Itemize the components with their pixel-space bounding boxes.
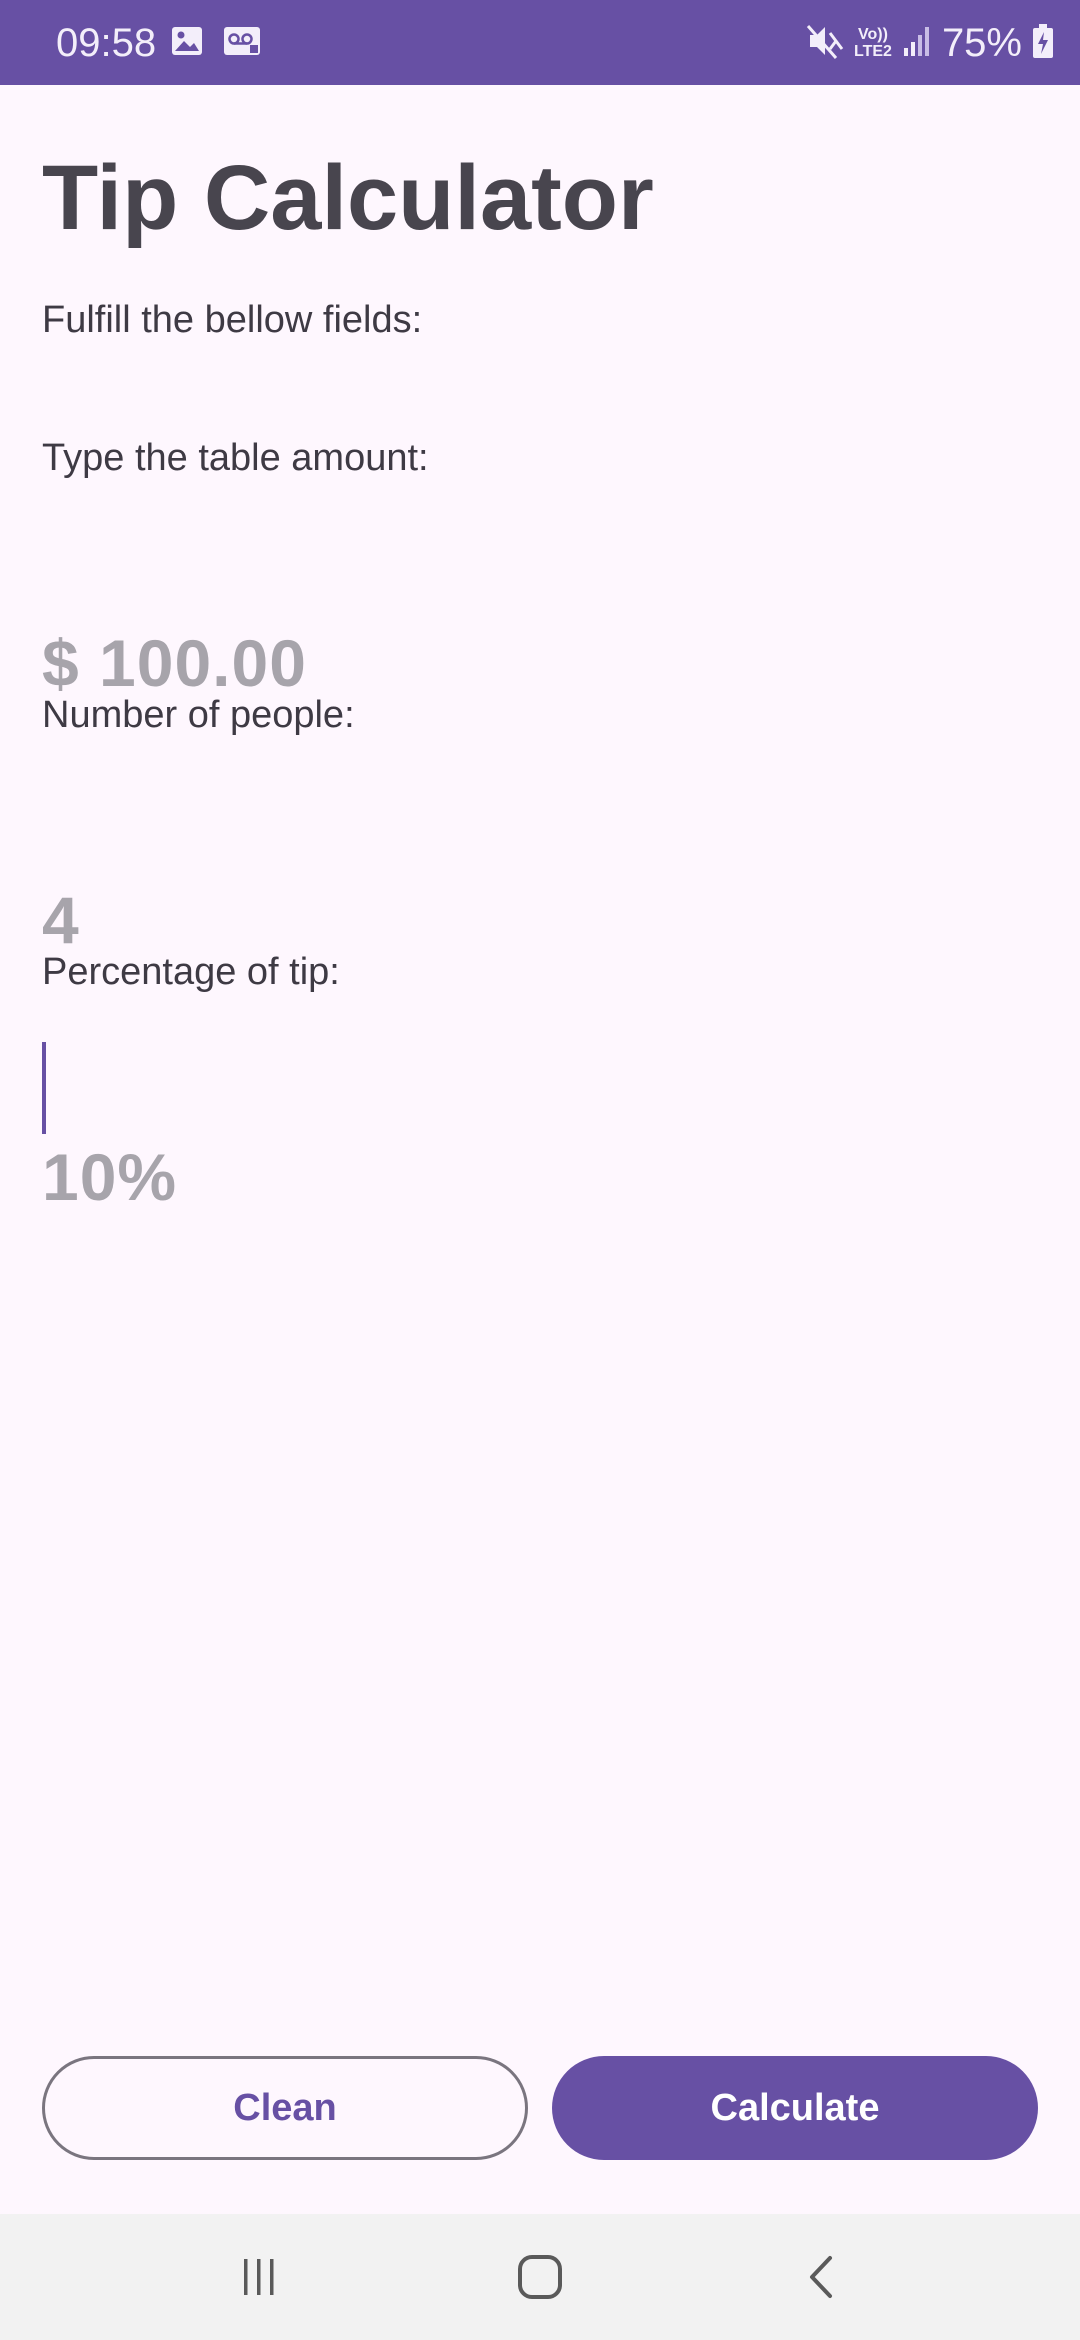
mute-icon xyxy=(806,22,844,65)
voicemail-icon xyxy=(222,24,262,63)
tip-label: Percentage of tip: xyxy=(42,951,340,993)
image-icon xyxy=(170,24,204,63)
amount-label: Type the table amount: xyxy=(42,437,429,479)
battery-percent: 75% xyxy=(941,21,1022,65)
signal-icon xyxy=(902,24,932,63)
status-time: 09:58 xyxy=(56,21,157,65)
status-left-icons xyxy=(170,24,262,63)
volte-text: Vo)) xyxy=(858,26,888,43)
page-title: Tip Calculator xyxy=(42,147,654,249)
volte-lte2-icon: Vo)) LTE2 xyxy=(854,26,892,60)
people-label: Number of people: xyxy=(42,694,355,736)
text-cursor xyxy=(42,1042,46,1134)
navigation-bar xyxy=(0,2214,1080,2340)
clean-button[interactable]: Clean xyxy=(42,2056,528,2160)
back-icon[interactable] xyxy=(782,2242,862,2312)
page-subtitle: Fulfill the bellow fields: xyxy=(42,299,423,341)
lte2-text: LTE2 xyxy=(854,43,892,60)
tip-input[interactable] xyxy=(42,1129,1038,1225)
battery-charging-icon xyxy=(1032,23,1054,64)
home-icon[interactable] xyxy=(500,2242,580,2312)
status-right: Vo)) LTE2 75% xyxy=(806,18,1054,68)
status-bar: 09:58 Vo)) LTE2 75% xyxy=(0,0,1080,85)
calculate-button[interactable]: Calculate xyxy=(552,2056,1038,2160)
recents-icon[interactable] xyxy=(219,2242,299,2312)
